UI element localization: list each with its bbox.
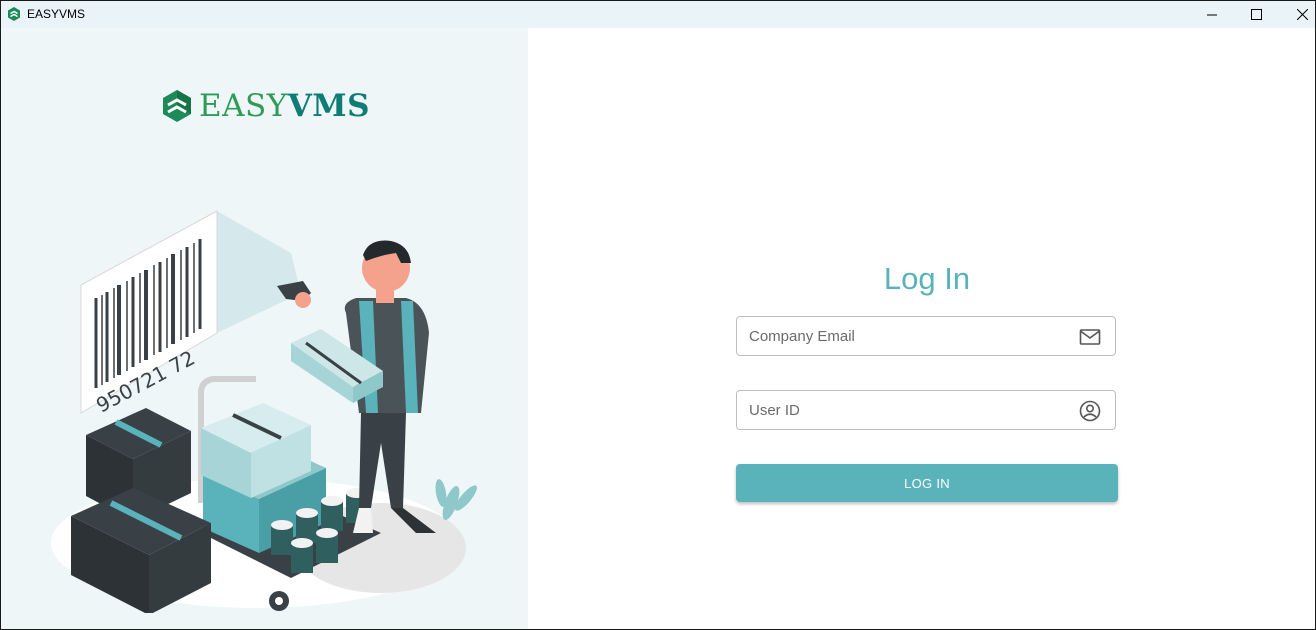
scan-beam — [217, 211, 301, 333]
close-button[interactable] — [1279, 1, 1315, 28]
maximize-icon — [1250, 9, 1262, 20]
minimize-button[interactable] — [1189, 1, 1235, 28]
brand-name-part1: EASY — [199, 88, 288, 124]
email-field[interactable] — [749, 317, 1069, 355]
user-id-field[interactable] — [749, 391, 1069, 429]
userid-field-container — [736, 390, 1116, 430]
title-bar: EASYVMS — [1, 1, 1315, 28]
login-button[interactable]: LOG IN — [736, 464, 1118, 502]
brand-logo: EASYVMS — [161, 88, 370, 124]
email-field-container — [736, 316, 1116, 356]
envelope-icon — [1079, 329, 1101, 345]
close-icon — [1296, 9, 1308, 20]
login-title: Log In — [883, 260, 971, 296]
brand-name-part2: VMS — [287, 88, 370, 124]
user-circle-icon — [1079, 400, 1101, 422]
illustration-panel: EASYVMS 950721 72 — [1, 28, 528, 629]
app-logo-icon — [8, 7, 20, 21]
app-window: EASYVMS EASYVMS 950721 72 Log In Company… — [0, 0, 1316, 630]
window-title: EASYVMS — [27, 7, 86, 21]
login-panel: Log In LOG IN — [528, 28, 1315, 629]
minimize-icon — [1207, 14, 1217, 15]
warehouse-illustration: 950721 72 — [51, 210, 477, 613]
brand-mark-icon — [163, 90, 191, 122]
maximize-button[interactable] — [1233, 1, 1279, 28]
brand-name: EASYVMS — [199, 88, 370, 124]
